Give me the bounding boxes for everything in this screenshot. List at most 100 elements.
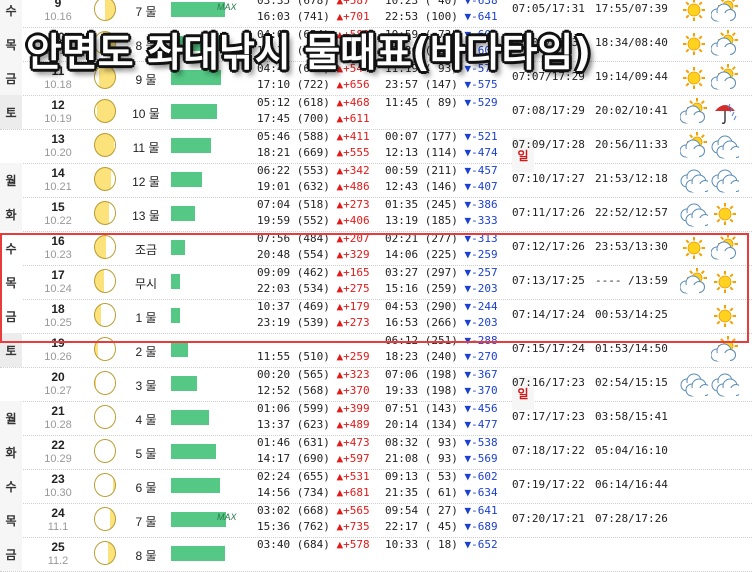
low-tide-1: 01:35 (245) ▼-386	[385, 198, 498, 211]
tide-row[interactable]: 토 12 10.19 10 물 05:12 (618) ▲+468 17:45 (700)…	[0, 95, 752, 130]
high-tide-2-time: 22:03 (534)	[257, 282, 330, 295]
moonrise-moonset: 20:02/10:41	[595, 104, 668, 117]
high-tide-1: 05:46 (588) ▲+411	[257, 130, 370, 143]
weather-pm-icon	[711, 404, 739, 432]
moon-shadow	[103, 270, 115, 292]
moonrise-moonset: 17:55/07:39	[595, 2, 668, 15]
high-tide-1-delta: ▲+473	[329, 436, 370, 449]
low-tide-2: 18:23 (240) ▼-270	[385, 350, 498, 363]
tide-strength-bar	[171, 410, 209, 425]
tide-row[interactable]: 수 23 10.30 6 물 02:24 (655) ▲+531 14:56 (734) …	[0, 469, 752, 504]
high-tide-1: 10:37 (469) ▲+179	[257, 300, 370, 313]
high-tide-1-time: 05:12 (618)	[257, 96, 330, 109]
weather-am-icon	[680, 540, 708, 568]
high-tide-1-time: 07:56 (484)	[257, 232, 330, 245]
low-tide-2-time: 20:14 (134)	[385, 418, 458, 431]
weather-pm-icon	[711, 472, 739, 500]
high-tide-2-time: 14:17 (690)	[257, 452, 330, 465]
high-tide-1-time: 03:35 (678)	[257, 0, 330, 7]
day-of-week: 금	[0, 537, 22, 571]
high-tide-1-time: 01:46 (631)	[257, 436, 330, 449]
sunrise-sunset: 07:10/17:27	[512, 172, 585, 185]
low-tide-2-time: 13:19 (185)	[385, 214, 458, 227]
high-tide-2-time: 19:01 (632)	[257, 180, 330, 193]
tide-row[interactable]: 화 15 10.22 13 물 07:04 (518) ▲+273 19:59 (552)…	[0, 197, 752, 232]
low-tide-2-delta: ▼-689	[457, 520, 498, 533]
low-tide-1-delta: ▼-602	[457, 470, 498, 483]
low-tide-1-delta: ▼-652	[457, 538, 498, 551]
low-tide-2-time: 21:35 ( 61)	[385, 486, 458, 499]
tide-row[interactable]: 일 20 10.27 3 물 00:20 (565) ▲+323 12:52 (568) …	[0, 367, 752, 410]
high-tide-2-time: 12:52 (568)	[257, 384, 330, 397]
tide-row[interactable]: 일 13 10.20 11 물 05:46 (588) ▲+411 18:21 (669)…	[0, 129, 752, 172]
high-tide-2-delta: ▲+329	[329, 248, 370, 261]
high-tide-2-delta: ▲+370	[329, 384, 370, 397]
moon-shadow	[95, 508, 111, 530]
low-tide-1: 07:06 (198) ▼-367	[385, 368, 498, 381]
high-tide-2-delta: ▲+259	[329, 350, 370, 363]
low-tide-2-time: 16:53 (266)	[385, 316, 458, 329]
high-tide-1-delta: ▲+179	[329, 300, 370, 313]
weather-am-icon	[680, 64, 708, 92]
high-tide-1: 01:46 (631) ▲+473	[257, 436, 370, 449]
low-tide-1: 09:13 ( 53) ▼-602	[385, 470, 498, 483]
high-tide-1-time: 05:46 (588)	[257, 130, 330, 143]
low-tide-2-time: 12:13 (114)	[385, 146, 458, 159]
low-tide-1-time: 09:54 ( 27)	[385, 504, 458, 517]
high-tide-1-time: 10:37 (469)	[257, 300, 330, 313]
low-tide-2-delta: ▼-259	[457, 248, 498, 261]
tide-row[interactable]: 금 18 10.25 1 물 10:37 (469) ▲+179 23:19 (539) …	[0, 299, 752, 334]
low-tide-1: 08:32 ( 93) ▼-538	[385, 436, 498, 449]
moon-phase-icon	[94, 371, 116, 395]
low-tide-2-time: 14:06 (225)	[385, 248, 458, 261]
low-tide-1-delta: ▼-521	[457, 130, 498, 143]
day-of-week: 화	[0, 197, 22, 231]
tide-row[interactable]: 금 25 11.2 8 물 03:40 (684) ▲+578 10:33 ( 18) ▼…	[0, 537, 752, 572]
weather-am-icon	[680, 506, 708, 534]
low-tide-1-delta: ▼-456	[457, 402, 498, 415]
tide-row[interactable]: 월 21 10.28 4 물 01:06 (599) ▲+399 13:37 (623) …	[0, 401, 752, 436]
tide-row[interactable]: 수 16 10.23 조금 07:56 (484) ▲+207 20:48 (554) ▲…	[0, 231, 752, 266]
high-tide-1-delta: ▲+165	[329, 266, 370, 279]
high-tide-1-delta: ▲+468	[329, 96, 370, 109]
low-tide-2-time: 18:23 (240)	[385, 350, 458, 363]
tide-row[interactable]: 토 19 10.26 2 물 11:55 (510) ▲+259 06:12 (251) …	[0, 333, 752, 368]
high-tide-2-delta: ▲+681	[329, 486, 370, 499]
high-tide-1-delta: ▲+273	[329, 198, 370, 211]
lunar-day: 14	[51, 166, 65, 180]
sunrise-sunset: 07:05/17:31	[512, 2, 585, 15]
low-tide-2-delta: ▼-407	[457, 180, 498, 193]
moonrise-moonset: 01:53/14:50	[595, 342, 668, 355]
moon-phase-icon	[94, 405, 116, 429]
moon-shadow	[114, 134, 115, 156]
high-tide-2: 18:21 (669) ▲+555	[257, 146, 370, 159]
moon-shadow	[95, 372, 115, 394]
high-tide-1-time: 07:04 (518)	[257, 198, 330, 211]
tide-strength-bar	[171, 104, 217, 119]
moonrise-moonset: 03:58/15:41	[595, 410, 668, 423]
tide-row[interactable]: 월 14 10.21 12 물 06:22 (553) ▲+342 19:01 (632)…	[0, 163, 752, 198]
high-tide-2-time: 15:36 (762)	[257, 520, 330, 533]
tide-row[interactable]: 화 22 10.29 5 물 01:46 (631) ▲+473 14:17 (690) …	[0, 435, 752, 470]
sunrise-sunset: 07:08/17:29	[512, 104, 585, 117]
solar-date: 10.19	[44, 113, 72, 125]
low-tide-1-time: 00:07 (177)	[385, 130, 458, 143]
tide-row[interactable]: 목 17 10.24 무시 09:09 (462) ▲+165 22:03 (534) ▲…	[0, 265, 752, 300]
high-tide-1-time: 01:06 (599)	[257, 402, 330, 415]
lunar-day: 13	[51, 132, 65, 146]
tide-row[interactable]: 목 24 11.1 7 물 MAX 03:02 (668) ▲+565 15:36 (762…	[0, 503, 752, 538]
high-tide-2-delta: ▲+406	[329, 214, 370, 227]
low-tide-2: 15:16 (259) ▼-203	[385, 282, 498, 295]
weather-pm-icon	[711, 370, 742, 398]
solar-date: 11.1	[47, 521, 69, 533]
moon-phase-icon	[94, 99, 116, 123]
sunrise-sunset: 07:14/17:24	[512, 308, 585, 321]
low-tide-2-delta: ▼-634	[457, 486, 498, 499]
sunrise-sunset: 07:12/17:26	[512, 240, 585, 253]
tide-mul: 10 물	[132, 107, 160, 121]
high-tide-2-delta: ▲+275	[329, 282, 370, 295]
high-tide-1: 03:35 (678) ▲+587	[257, 0, 370, 7]
weather-pm-icon	[711, 302, 739, 330]
moonrise-moonset: 23:53/13:30	[595, 240, 668, 253]
high-tide-1-delta: ▲+207	[329, 232, 370, 245]
